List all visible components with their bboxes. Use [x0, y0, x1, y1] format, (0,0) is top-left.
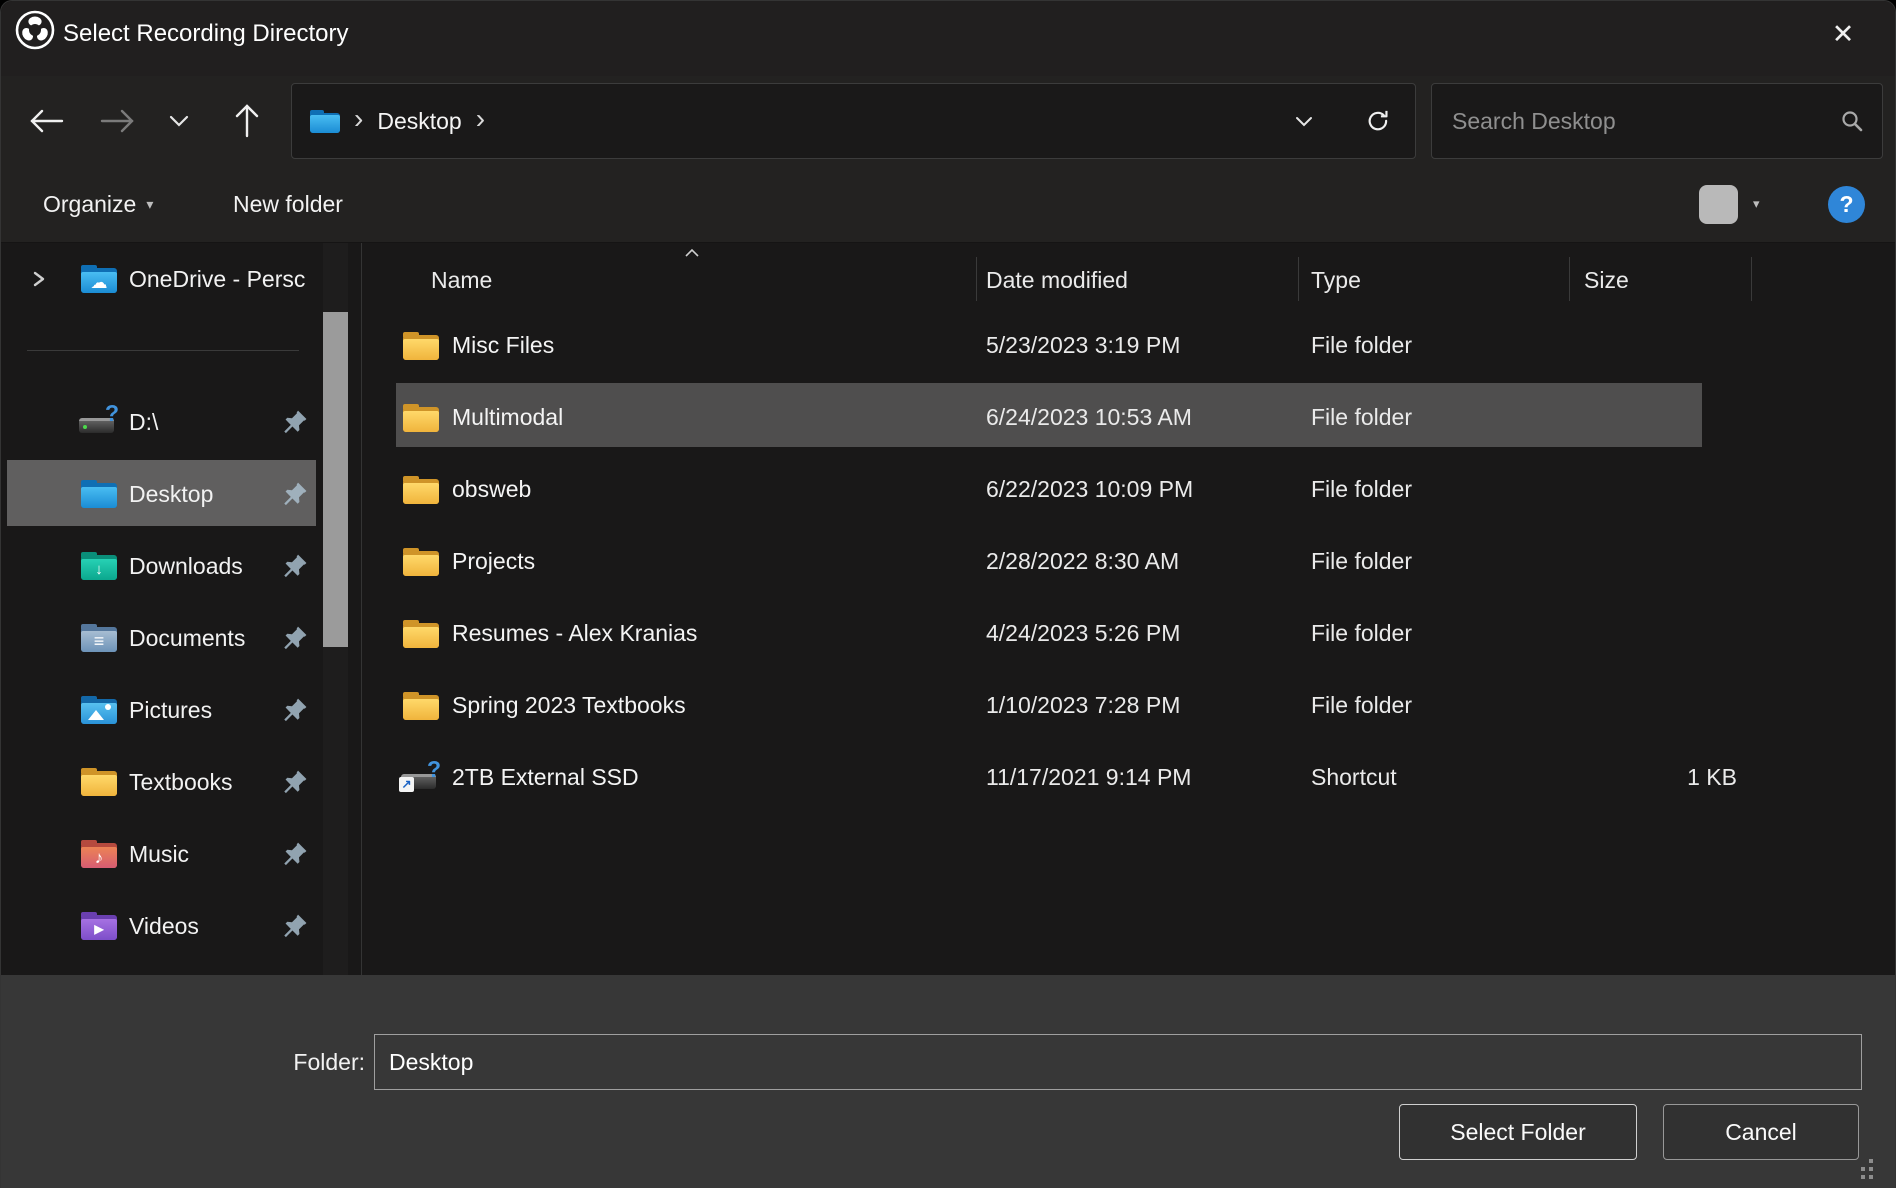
sidebar-item-downloads[interactable]: ↓ Downloads	[1, 530, 361, 602]
sidebar-item-desktop[interactable]: Desktop	[1, 458, 361, 530]
up-icon[interactable]	[225, 76, 269, 166]
folder-yellow-icon	[403, 332, 439, 360]
search-box	[1431, 83, 1883, 159]
command-toolbar: Organize▾ New folder ▾ ?	[1, 166, 1895, 242]
change-view-button[interactable]	[1699, 185, 1738, 224]
address-bar[interactable]: › Desktop ›	[291, 83, 1416, 159]
file-row-obsweb[interactable]: obsweb 6/22/2023 10:09 PM File folder	[362, 453, 1895, 525]
file-rows: Misc Files 5/23/2023 3:19 PM File folder…	[362, 309, 1895, 975]
forward-icon	[95, 76, 139, 166]
folder-downloads-icon: ↓	[81, 552, 117, 580]
sidebar-item-pictures[interactable]: Pictures	[1, 674, 361, 746]
dialog-footer: Folder: Select Folder Cancel	[1, 975, 1895, 1188]
recent-locations-chevron-icon[interactable]	[161, 76, 197, 166]
column-header-size[interactable]: Size	[1584, 243, 1629, 309]
column-headers: Name Date modified Type Size	[362, 243, 1895, 309]
column-header-date-modified[interactable]: Date modified	[986, 243, 1128, 309]
desktop-folder-icon	[310, 110, 340, 133]
navigation-pane: ☁ OneDrive - Persc ? D:\	[1, 243, 361, 975]
select-folder-button[interactable]: Select Folder	[1399, 1104, 1637, 1160]
drive-question-icon: ?	[79, 404, 119, 436]
navigation-bar: › Desktop ›	[1, 76, 1895, 166]
column-divider[interactable]	[1751, 257, 1752, 301]
obs-logo-icon	[15, 10, 55, 50]
sidebar-item-music[interactable]: ♪ Music	[1, 818, 361, 890]
file-row-misc-files[interactable]: Misc Files 5/23/2023 3:19 PM File folder	[362, 309, 1895, 381]
file-row-multimodal[interactable]: Multimodal 6/24/2023 10:53 AM File folde…	[362, 381, 1895, 453]
sidebar-divider	[27, 350, 299, 351]
organize-caret-icon: ▾	[146, 196, 153, 212]
sidebar-scrollbar[interactable]	[323, 243, 348, 975]
pin-icon	[281, 840, 311, 870]
file-list: Name Date modified Type Size Misc Files …	[362, 243, 1895, 975]
title-bar: Select Recording Directory ✕	[1, 1, 1895, 76]
sidebar-item-label: OneDrive - Persc	[129, 243, 305, 315]
window-title: Select Recording Directory	[63, 1, 348, 76]
view-dropdown-caret-icon[interactable]: ▾	[1753, 196, 1760, 212]
new-folder-button[interactable]: New folder	[233, 166, 343, 242]
column-divider[interactable]	[1298, 257, 1299, 301]
onedrive-folder-icon: ☁	[81, 265, 117, 293]
folder-yellow-icon	[403, 404, 439, 432]
folder-yellow-icon	[403, 476, 439, 504]
sidebar-item-videos[interactable]: ▶ Videos	[1, 890, 361, 962]
folder-documents-icon: ≡	[81, 624, 117, 652]
refresh-icon[interactable]	[1365, 108, 1391, 134]
expand-chevron-icon[interactable]	[31, 243, 47, 315]
back-icon[interactable]	[25, 76, 69, 166]
folder-name-input[interactable]	[374, 1034, 1862, 1090]
file-row-resumes[interactable]: Resumes - Alex Kranias 4/24/2023 5:26 PM…	[362, 597, 1895, 669]
folder-yellow-icon	[81, 768, 117, 796]
file-row-spring-textbooks[interactable]: Spring 2023 Textbooks 1/10/2023 7:28 PM …	[362, 669, 1895, 741]
folder-field-label: Folder:	[201, 1034, 365, 1090]
folder-blue-icon	[81, 480, 117, 508]
breadcrumb-separator[interactable]: ›	[476, 84, 485, 154]
sidebar-item-onedrive[interactable]: ☁ OneDrive - Persc	[1, 243, 361, 315]
sort-ascending-icon	[684, 245, 700, 263]
breadcrumb-separator: ›	[354, 84, 363, 154]
shortcut-arrow-icon: ↗	[399, 777, 414, 792]
pin-icon	[281, 624, 311, 654]
folder-yellow-icon	[403, 548, 439, 576]
pin-icon	[281, 768, 311, 798]
help-button[interactable]: ?	[1828, 186, 1865, 223]
pin-icon	[281, 408, 311, 438]
close-icon[interactable]: ✕	[1817, 1, 1869, 67]
column-header-name[interactable]: Name	[431, 243, 492, 309]
sidebar-item-d-drive[interactable]: ? D:\	[1, 386, 361, 458]
address-dropdown-chevron-icon[interactable]	[1295, 116, 1313, 127]
pin-icon	[281, 912, 311, 942]
folder-pictures-icon	[81, 696, 117, 724]
folder-yellow-icon	[403, 692, 439, 720]
file-row-projects[interactable]: Projects 2/28/2022 8:30 AM File folder	[362, 525, 1895, 597]
folder-yellow-icon	[403, 620, 439, 648]
sidebar-item-documents[interactable]: ≡ Documents	[1, 602, 361, 674]
dialog-content: ☁ OneDrive - Persc ? D:\	[1, 242, 1895, 975]
organize-button[interactable]: Organize▾	[43, 166, 153, 242]
pin-icon	[281, 552, 311, 582]
folder-music-icon: ♪	[81, 840, 117, 868]
drive-shortcut-icon: ? ↗	[401, 760, 441, 792]
column-divider[interactable]	[1569, 257, 1570, 301]
file-row-external-ssd[interactable]: ? ↗ 2TB External SSD 11/17/2021 9:14 PM …	[362, 741, 1895, 813]
cancel-button[interactable]: Cancel	[1663, 1104, 1859, 1160]
resize-grip[interactable]	[1869, 1175, 1873, 1179]
file-dialog-window: Select Recording Directory ✕ › Desktop ›	[0, 0, 1896, 1188]
sidebar-item-textbooks[interactable]: Textbooks	[1, 746, 361, 818]
folder-videos-icon: ▶	[81, 912, 117, 940]
pin-icon	[281, 696, 311, 726]
search-input[interactable]	[1450, 107, 1840, 136]
breadcrumb-desktop[interactable]: Desktop	[377, 108, 461, 135]
pin-icon	[281, 480, 311, 510]
column-header-type[interactable]: Type	[1311, 243, 1361, 309]
column-divider[interactable]	[976, 257, 977, 301]
search-icon[interactable]	[1840, 109, 1864, 133]
